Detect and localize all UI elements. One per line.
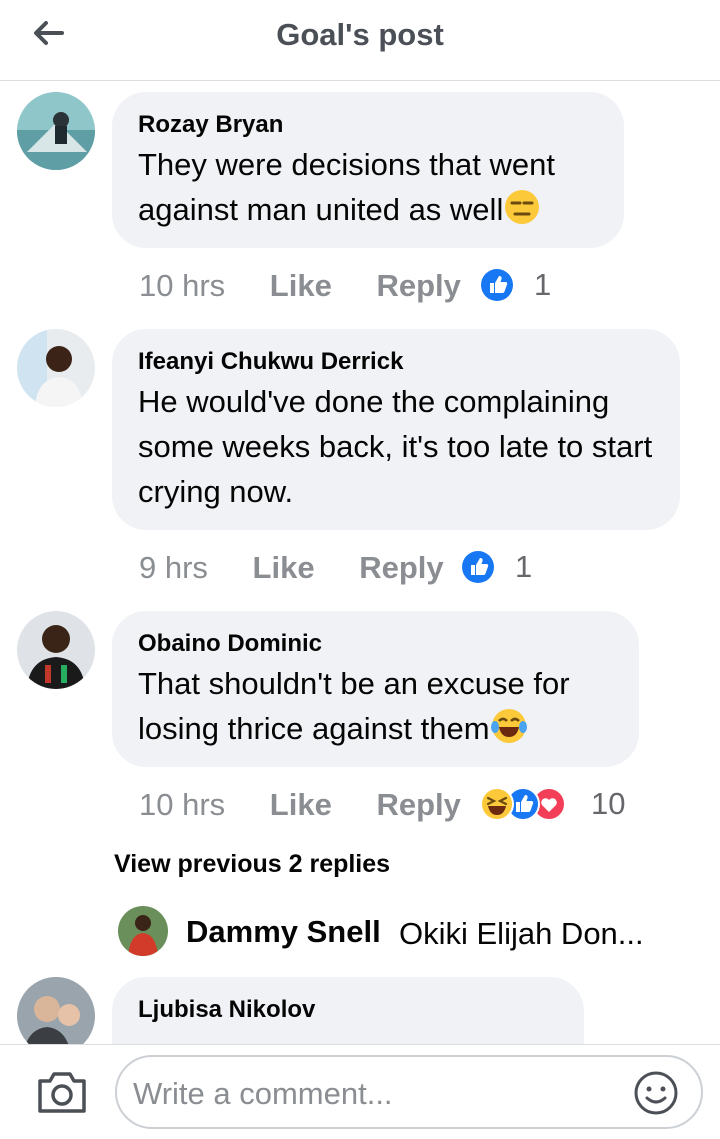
comment-meta: 10 hrs Like Reply (139, 785, 461, 823)
comment-text: That shouldn't be an excuse for losing t… (138, 666, 570, 746)
comment-input-placeholder: Write a comment... (133, 1076, 393, 1111)
reply-author-name[interactable]: Dammy Snell (186, 914, 381, 950)
avatar[interactable] (17, 329, 95, 407)
like-reaction-icon[interactable] (480, 268, 514, 302)
camera-icon[interactable] (34, 1069, 90, 1115)
reply-preview[interactable]: Dammy Snell Okiki Elijah Don... (118, 906, 718, 956)
comment-bubble[interactable]: Ifeanyi Chukwu Derrick He would've done … (112, 329, 680, 530)
timestamp: 10 hrs (139, 786, 226, 822)
haha-reaction-icon (480, 787, 514, 821)
reaction-count[interactable]: 1 (515, 549, 532, 585)
commenter-name[interactable]: Rozay Bryan (138, 110, 598, 140)
expressionless-face-icon (503, 188, 541, 226)
comment-input[interactable]: Write a comment... (115, 1055, 703, 1129)
reaction-count[interactable]: 10 (591, 786, 625, 822)
reply-button[interactable]: Reply (376, 268, 460, 304)
commenter-name[interactable]: Ifeanyi Chukwu Derrick (138, 347, 654, 377)
reaction-icons[interactable] (479, 786, 571, 822)
comment-meta: 9 hrs Like Reply (139, 548, 444, 586)
like-reaction-icon[interactable] (461, 550, 495, 584)
emoji-icon[interactable] (633, 1070, 679, 1116)
comment-composer: Write a comment... (0, 1044, 720, 1139)
reply-preview-text: Okiki Elijah Don... (399, 916, 644, 951)
timestamp: 10 hrs (139, 267, 226, 303)
reaction-count[interactable]: 1 (534, 267, 551, 303)
reply-button[interactable]: Reply (376, 787, 460, 823)
like-button[interactable]: Like (270, 268, 332, 304)
comment-text: He would've done the complaining some we… (138, 384, 653, 509)
avatar[interactable] (118, 906, 168, 956)
comment-text: They were decisions that went against ma… (138, 147, 555, 227)
comment-bubble[interactable]: Rozay Bryan They were decisions that wen… (112, 92, 624, 248)
avatar[interactable] (17, 92, 95, 170)
commenter-name[interactable]: Ljubisa Nikolov (138, 995, 558, 1025)
avatar[interactable] (17, 611, 95, 689)
tears-of-joy-face-icon (490, 707, 528, 745)
view-previous-replies-link[interactable]: View previous 2 replies (114, 850, 390, 879)
page-title: Goal's post (276, 17, 444, 52)
timestamp: 9 hrs (139, 549, 208, 585)
commenter-name[interactable]: Obaino Dominic (138, 629, 613, 659)
like-button[interactable]: Like (253, 550, 315, 586)
reply-button[interactable]: Reply (359, 550, 443, 586)
top-bar: Goal's post (0, 0, 720, 81)
comment-meta: 10 hrs Like Reply (139, 266, 461, 304)
like-button[interactable]: Like (270, 787, 332, 823)
comment-bubble[interactable]: Obaino Dominic That shouldn't be an excu… (112, 611, 639, 767)
